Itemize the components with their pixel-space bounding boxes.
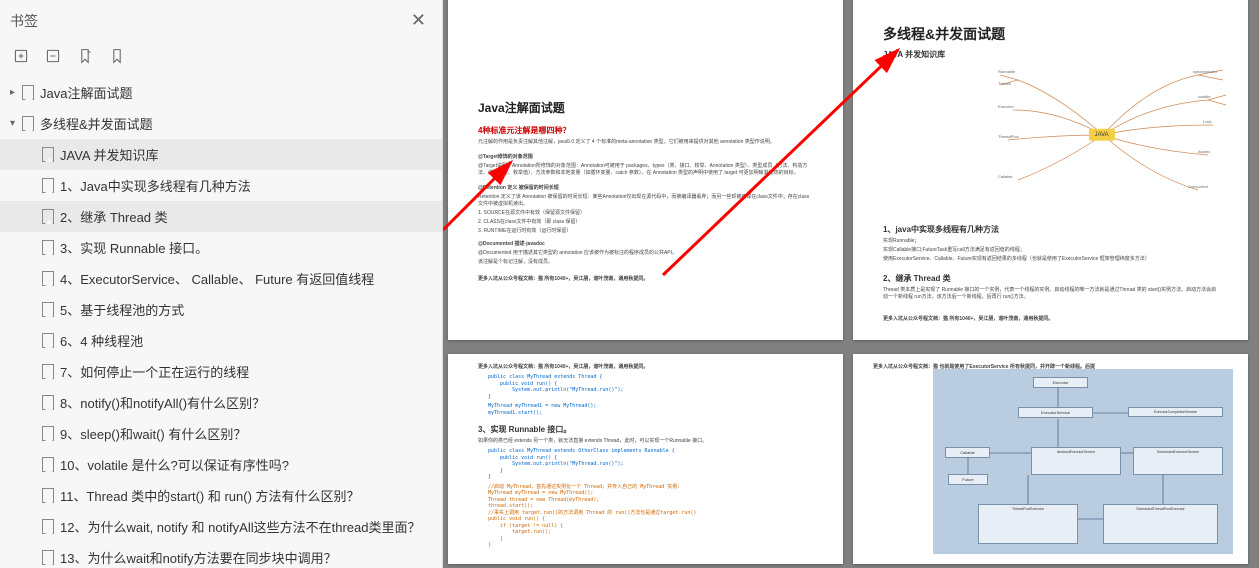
outline-item[interactable]: ▸ Java注解面试题 bbox=[0, 77, 442, 108]
page-thumbnail-4[interactable]: 更多入坑从公众号程文档：猫 也就是使用了ExecutorService 所有秋提… bbox=[853, 354, 1248, 564]
outline-item[interactable]: 12、为什么wait, notify 和 notifyAll这些方法不在thre… bbox=[0, 511, 442, 542]
outline-item[interactable]: 10、volatile 是什么?可以保证有序性吗? bbox=[0, 449, 442, 480]
sidebar-title: 书签 bbox=[10, 11, 38, 31]
page2-sub: JAVA 并发知识库 bbox=[883, 49, 1218, 60]
outline-item[interactable]: 11、Thread 类中的start() 和 run() 方法有什么区别？ bbox=[0, 480, 442, 511]
bookmark-sidebar: 书签 ✕ ▸ Java注解面试题 ▾ 多线程&并发面试题 JAVA 并发知识库 1、Jav… bbox=[0, 0, 443, 568]
outline-item[interactable]: 9、sleep()和wait() 有什么区别？ bbox=[0, 418, 442, 449]
bookmark-icon bbox=[42, 303, 54, 317]
add-bookmark-icon[interactable] bbox=[12, 47, 30, 65]
outline-label: 10、volatile 是什么?可以保证有序性吗? bbox=[60, 455, 289, 474]
svg-text:synchronized: synchronized bbox=[1193, 69, 1217, 74]
bookmark-icon bbox=[42, 365, 54, 379]
caret-icon: ▸ bbox=[10, 87, 20, 98]
page1-title: Java注解面试题 bbox=[478, 100, 813, 117]
bookmark-tree: ▸ Java注解面试题 ▾ 多线程&并发面试题 JAVA 并发知识库 1、Java中实现多… bbox=[0, 75, 442, 568]
bookmark-icon bbox=[42, 272, 54, 286]
sidebar-header: 书签 ✕ bbox=[0, 0, 442, 41]
svg-text:Callable: Callable bbox=[998, 174, 1013, 179]
outline-label: 8、notify()和notifyAll()有什么区别？ bbox=[60, 393, 265, 412]
svg-text:Thread: Thread bbox=[998, 81, 1011, 86]
svg-text:Atomic: Atomic bbox=[1198, 149, 1210, 154]
mindmap-diagram: Runnable Thread Executor ThreadPool Callab… bbox=[998, 65, 1228, 205]
outline-item[interactable]: 7、如何停止一个正在运行的线程 bbox=[0, 356, 442, 387]
page1-h2: 4种标准元注解是哪四种？ bbox=[478, 125, 813, 136]
page-preview-area[interactable]: Java注解面试题 4种标准元注解是哪四种？ 元注解的作用是负责注解其他注解，j… bbox=[443, 0, 1259, 568]
outline-label: 3、实现 Runnable 接口。 bbox=[60, 238, 208, 257]
outline-label: 多线程&并发面试题 bbox=[40, 114, 153, 133]
outline-label: 13、为什么wait和notify方法要在同步块中调用？ bbox=[60, 548, 337, 567]
svg-text:Concurrent: Concurrent bbox=[1188, 184, 1209, 189]
outline-label: Java注解面试题 bbox=[40, 83, 132, 102]
bookmark-icon bbox=[22, 86, 34, 100]
outline-label: 7、如何停止一个正在运行的线程 bbox=[60, 362, 249, 381]
uml-diagram: Executor ExecutorService ExecutorComplet… bbox=[933, 369, 1233, 554]
outline-item[interactable]: 13、为什么wait和notify方法要在同步块中调用？ bbox=[0, 542, 442, 568]
outline-item[interactable]: 3、实现 Runnable 接口。 bbox=[0, 232, 442, 263]
bookmark-icon bbox=[42, 489, 54, 503]
bookmark-icon bbox=[42, 334, 54, 348]
outline-item[interactable]: 2、继承 Thread 类 bbox=[0, 201, 442, 232]
bookmark-icon bbox=[42, 520, 54, 534]
bookmark-icon bbox=[42, 210, 54, 224]
bookmark-icon bbox=[42, 427, 54, 441]
bookmark-alt-icon[interactable] bbox=[76, 47, 94, 65]
close-icon[interactable]: ✕ bbox=[405, 8, 432, 33]
outline-item[interactable]: 6、4 种线程池 bbox=[0, 325, 442, 356]
svg-text:ThreadPool: ThreadPool bbox=[998, 134, 1019, 139]
bookmark-icon bbox=[42, 241, 54, 255]
svg-text:Lock: Lock bbox=[1203, 119, 1211, 124]
bookmark-icon bbox=[42, 148, 54, 162]
outline-item[interactable]: 1、Java中实现多线程有几种方法 bbox=[0, 170, 442, 201]
outline-label: 6、4 种线程池 bbox=[60, 331, 143, 350]
svg-text:Executor: Executor bbox=[998, 104, 1014, 109]
bookmark-icon bbox=[42, 396, 54, 410]
outline-item[interactable]: JAVA 并发知识库 bbox=[0, 139, 442, 170]
outline-label: 2、继承 Thread 类 bbox=[60, 207, 168, 226]
page-thumbnail-3[interactable]: 更多入坑从公众号程文档：猫 所有1040+，吴江朋，道叶茂南，通用秋提同。 pu… bbox=[448, 354, 843, 564]
page-thumbnail-2[interactable]: 多线程&并发面试题 JAVA 并发知识库 Runnable bbox=[853, 0, 1248, 340]
remove-bookmark-icon[interactable] bbox=[44, 47, 62, 65]
page-thumbnail-1[interactable]: Java注解面试题 4种标准元注解是哪四种？ 元注解的作用是负责注解其他注解，j… bbox=[448, 0, 843, 340]
bookmark-icon bbox=[42, 179, 54, 193]
bookmark-icon bbox=[42, 551, 54, 565]
outline-label: 9、sleep()和wait() 有什么区别？ bbox=[60, 424, 246, 443]
outline-item[interactable]: 5、基于线程池的方式 bbox=[0, 294, 442, 325]
outline-label: 11、Thread 类中的start() 和 run() 方法有什么区别？ bbox=[60, 486, 360, 505]
bookmark-icon[interactable] bbox=[108, 47, 126, 65]
caret-icon: ▾ bbox=[10, 118, 20, 129]
page2-title: 多线程&并发面试题 bbox=[883, 25, 1218, 45]
svg-text:Runnable: Runnable bbox=[998, 69, 1016, 74]
outline-label: 5、基于线程池的方式 bbox=[60, 300, 184, 319]
outline-label: 4、ExecutorService、 Callable、 Future 有返回值… bbox=[60, 269, 374, 288]
bookmark-icon bbox=[42, 458, 54, 472]
outline-label: JAVA 并发知识库 bbox=[60, 145, 158, 164]
outline-label: 12、为什么wait, notify 和 notifyAll这些方法不在thre… bbox=[60, 517, 420, 536]
outline-item[interactable]: ▾ 多线程&并发面试题 bbox=[0, 108, 442, 139]
sidebar-toolbar bbox=[0, 41, 442, 75]
outline-item[interactable]: 4、ExecutorService、 Callable、 Future 有返回值… bbox=[0, 263, 442, 294]
outline-label: 1、Java中实现多线程有几种方法 bbox=[60, 176, 251, 195]
bookmark-icon bbox=[22, 117, 34, 131]
outline-item[interactable]: 8、notify()和notifyAll()有什么区别？ bbox=[0, 387, 442, 418]
svg-text:volatile: volatile bbox=[1198, 94, 1211, 99]
